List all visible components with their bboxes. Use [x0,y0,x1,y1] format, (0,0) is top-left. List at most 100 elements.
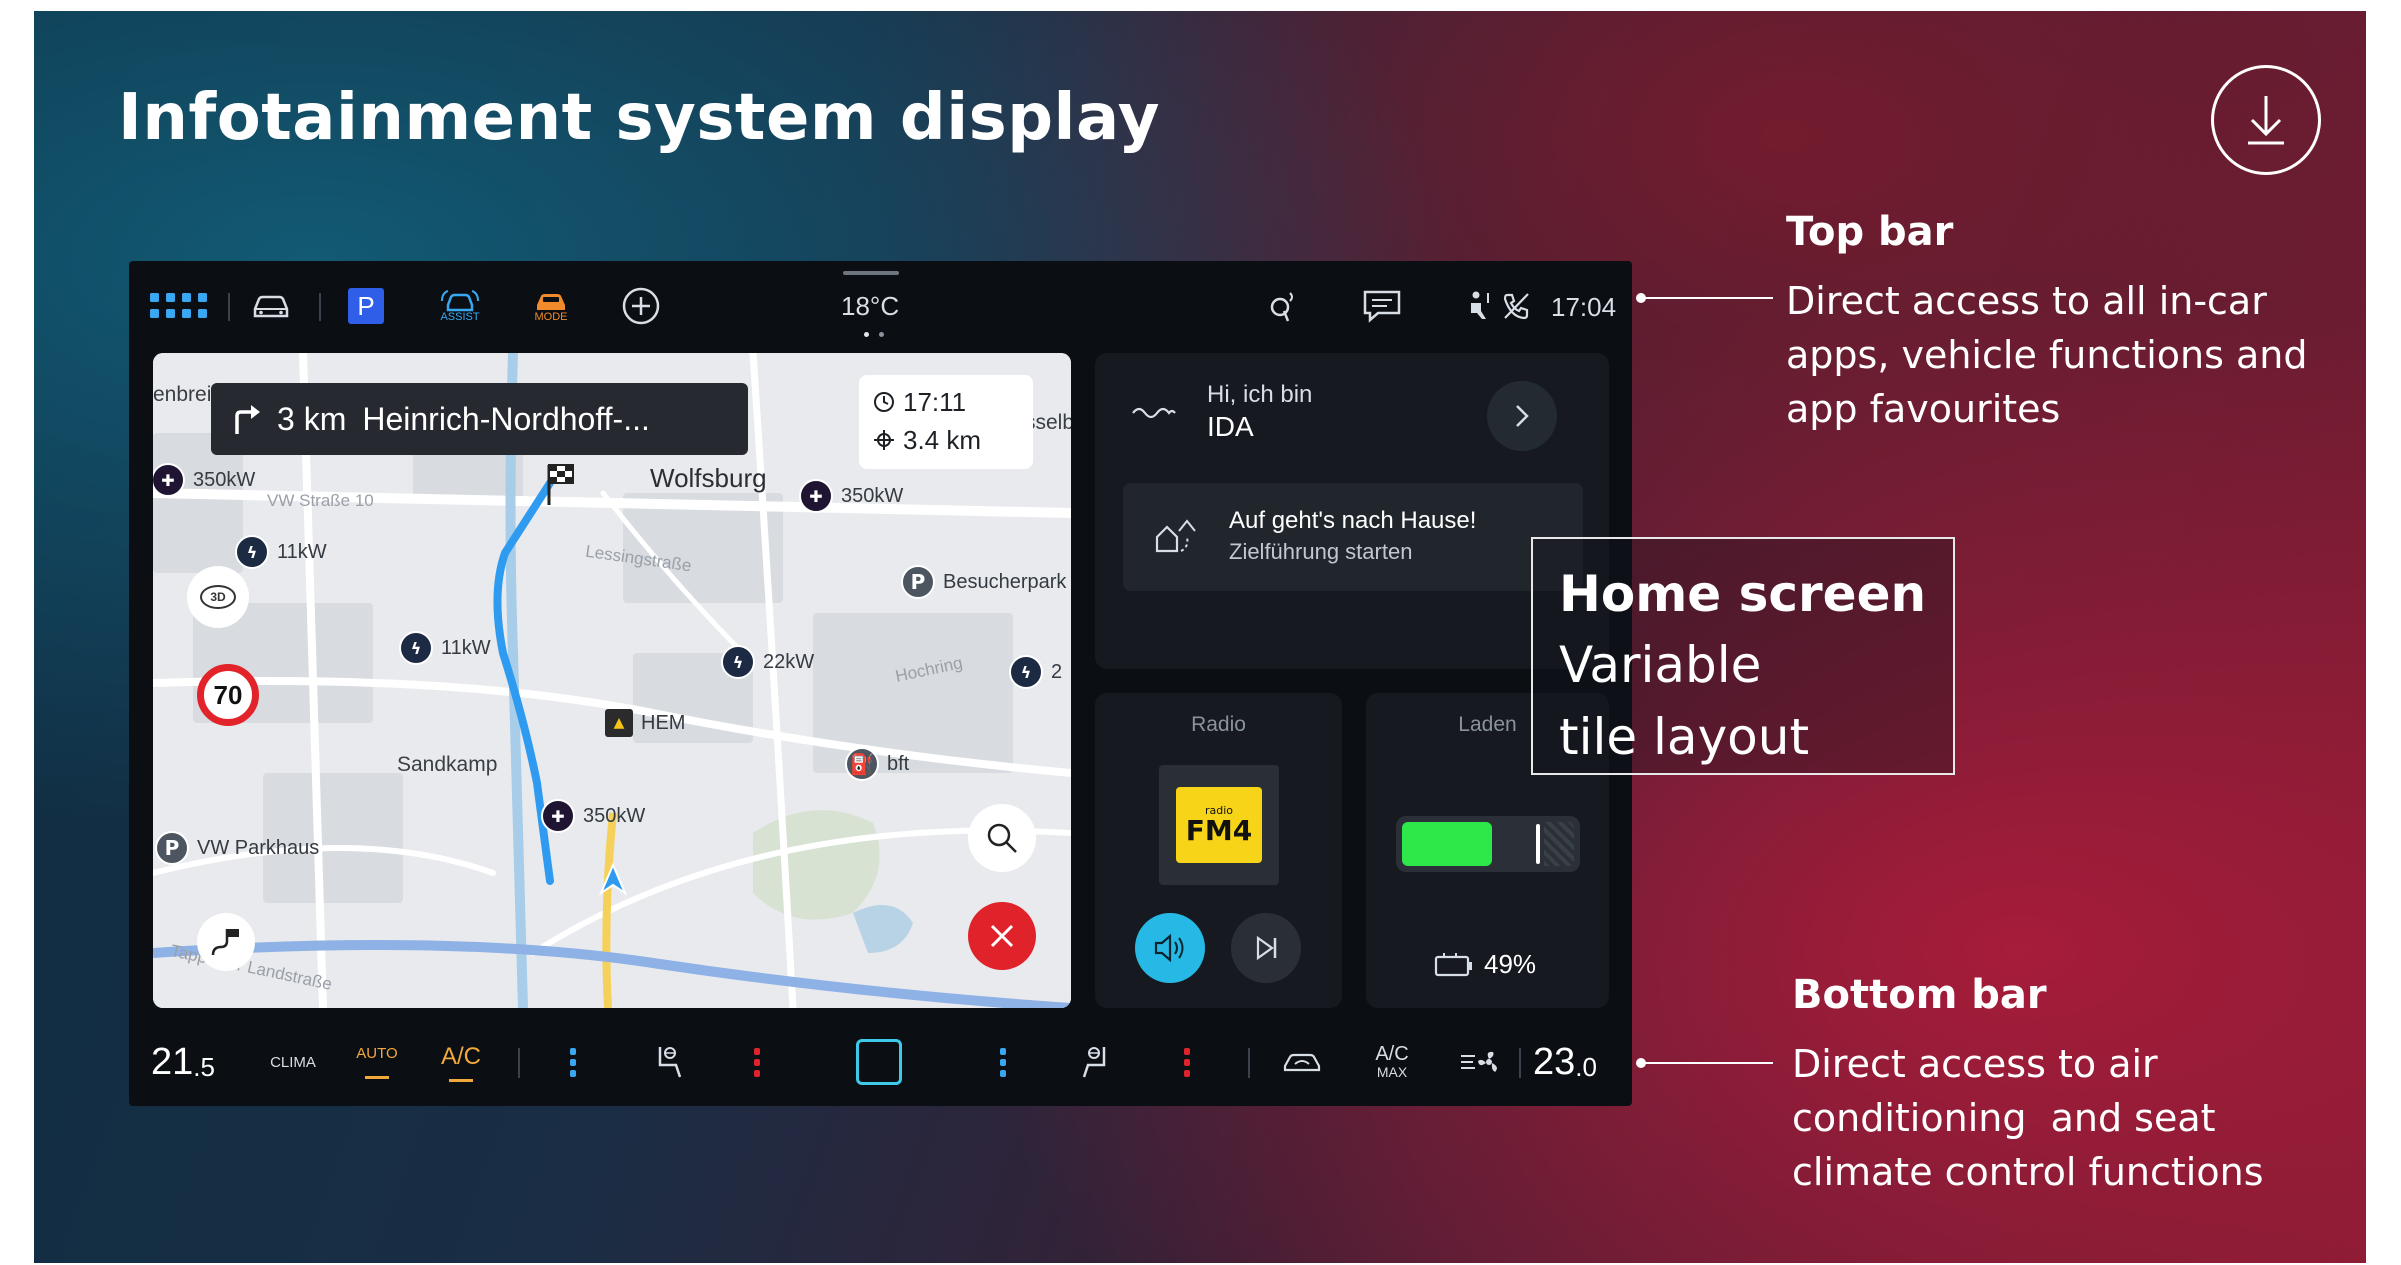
left-temperature-control[interactable]: 21 .5 [151,1040,241,1084]
fuel-station-icon: ▲ [605,709,633,737]
top-bar: P ASSIST MODE 18°C 17:04 [129,261,1632,351]
left-seat-heat-icon [754,1047,760,1077]
poi-label: HEM [641,711,686,734]
defrost-fan-button[interactable] [1455,1040,1505,1084]
auto-button[interactable]: AUTO [347,1040,407,1084]
ida-greeting: Hi, ich bin [1207,381,1313,408]
map-poi-charger[interactable]: ϟ 2 [1009,655,1062,689]
navigate-home-title: Auf geht's nach Hause! [1229,507,1477,534]
skip-next-button[interactable] [1231,913,1301,983]
distance-icon [874,430,894,450]
right-temperature-main: 23 [1533,1040,1576,1083]
navigation-map-tile[interactable]: enbreite Wolfsburg Sandkamp Lessingstraß… [153,353,1071,1008]
mode-icon [537,294,565,310]
map-view-toggle-button[interactable]: 3D [187,566,249,628]
turn-right-icon [235,405,260,434]
battery-reserve-area [1544,822,1574,866]
radio-tile[interactable]: Radio radio FM4 [1095,693,1342,1008]
map-poi-fuel[interactable]: ⛽ bft [845,747,909,781]
map-poi-fast-charger[interactable]: ✚ 350kW [799,479,903,513]
page-dot [879,332,884,337]
windshield-fan-icon [1461,1051,1497,1072]
drag-handle[interactable] [843,271,899,275]
slide-title: Infotainment system display [118,81,1160,155]
voice-wave-icon [1132,407,1176,419]
right-seat-heat-icon [1184,1047,1190,1077]
poi-label: bft [887,752,910,775]
top-bar-annotation-title: Top bar [1786,209,1954,255]
turn-instruction-banner[interactable]: 3 km Heinrich-Nordhoff-... [211,383,748,455]
top-bar-divider [228,293,230,321]
right-fan-level[interactable] [993,1040,1013,1084]
ida-open-button[interactable] [1487,381,1557,451]
right-seat-ventilation-button[interactable] [1075,1040,1119,1084]
right-seat-heat-level[interactable] [1177,1040,1197,1084]
wireless-charge-icon [1270,292,1293,322]
left-seat-ventilation-button[interactable] [645,1040,689,1084]
fast-charger-icon: ✚ [153,463,185,497]
map-poi-charger[interactable]: ϟ 22kW [721,645,814,679]
ac-max-button[interactable]: A/C MAX [1364,1040,1420,1084]
clock: 17:04 [1551,292,1617,322]
download-button[interactable] [2211,65,2321,175]
chevron-right-icon [1516,405,1529,427]
turn-distance: 3 km [277,400,347,437]
apps-grid-button[interactable] [149,288,209,324]
air-recirculation-button[interactable] [1277,1040,1327,1084]
map-poi-charger[interactable]: ϟ 11kW [399,631,491,665]
cancel-route-button[interactable] [968,902,1036,970]
poi-label: VW Parkhaus [197,836,320,859]
right-temperature-control[interactable]: 23 .0 [1533,1040,1623,1084]
ida-name: IDA [1207,411,1254,442]
poi-label: 22kW [763,650,815,673]
clima-label: CLIMA [270,1053,316,1071]
ac-button[interactable]: A/C [431,1040,491,1084]
map-poi-fast-charger[interactable]: ✚ 350kW [541,799,645,833]
vehicle-button[interactable] [247,288,295,324]
top-bar-annotation-line: app favourites [1786,387,2061,431]
map-poi-parking[interactable]: P Besucherpark [901,565,1066,599]
map-poi-parking[interactable]: P VW Parkhaus [155,831,319,865]
messages-icon [1363,290,1401,323]
battery-status: 49% [1434,949,1536,980]
apps-grid-icon [150,293,207,318]
left-fan-level[interactable] [563,1040,583,1084]
poi-label: 2 [1051,660,1063,683]
messages-button[interactable] [1360,288,1404,324]
fuel-icon: ⛽ [845,747,879,781]
map-poi-charger[interactable]: ϟ 11kW [235,535,327,569]
map-poi-hem[interactable]: ▲ HEM [605,709,685,737]
eta-panel[interactable]: 17:11 3.4 km [859,375,1033,469]
clima-button[interactable]: CLIMA [263,1040,323,1084]
add-favourite-button[interactable] [619,287,663,325]
bottom-bar-divider [518,1048,520,1078]
seatbelt-icon [1471,291,1489,319]
mode-label: MODE [534,311,568,323]
ac-max-label-top: A/C [1375,1043,1409,1065]
home-button[interactable] [853,1039,905,1085]
auto-active-indicator [365,1076,389,1079]
map-search-button[interactable] [968,804,1036,872]
navigate-home-card[interactable]: Auf geht's nach Hause! Zielführung start… [1123,483,1583,591]
page-indicator [864,332,884,337]
charger-icon: ϟ [721,645,755,679]
assist-button[interactable]: ASSIST [434,288,486,324]
volume-button[interactable] [1135,913,1205,983]
map-poi-fast-charger[interactable]: ✚ 350kW [153,463,255,497]
charger-icon: ϟ [235,535,269,569]
parking-icon: P [901,565,935,599]
parking-button[interactable]: P [346,288,386,324]
ac-max-label-bottom: MAX [1376,1064,1408,1080]
fast-charger-icon: ✚ [799,479,833,513]
fast-charger-icon: ✚ [541,799,575,833]
navigate-home-subtitle: Zielführung starten [1229,539,1413,564]
charger-icon: ϟ [399,631,433,665]
bottom-bar-divider [1519,1048,1521,1078]
left-seat-heat-level[interactable] [747,1040,767,1084]
right-temperature-decimal: .0 [1575,1051,1597,1082]
route-options-button[interactable] [197,913,255,971]
mode-button[interactable]: MODE [525,288,577,324]
eta-time: 17:11 [903,386,967,417]
home-route-icon [1155,519,1196,553]
wireless-charge-button[interactable] [1263,288,1303,324]
